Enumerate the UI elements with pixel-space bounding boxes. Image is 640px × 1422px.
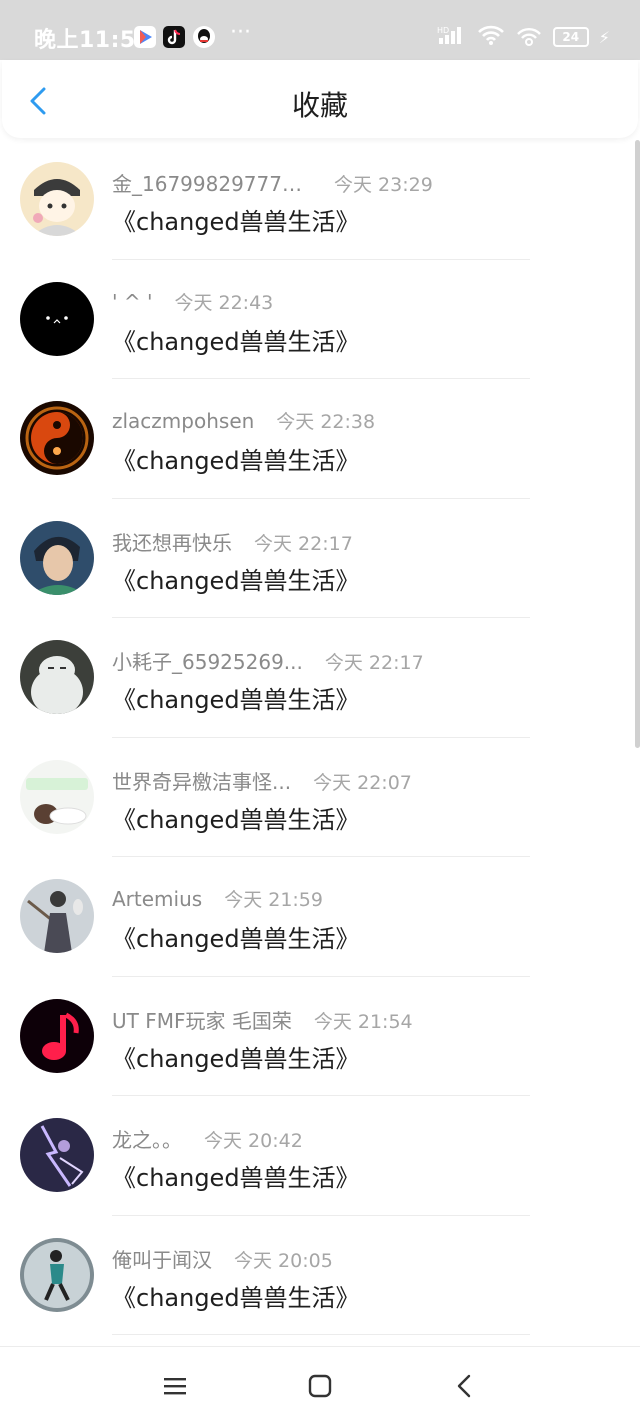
- user-name[interactable]: 我还想再快乐: [112, 527, 232, 556]
- post-title[interactable]: 《changed兽兽生活》: [112, 1158, 360, 1193]
- timestamp: 今天 23:29: [334, 174, 433, 196]
- list-item[interactable]: 我还想再快乐 今天 22:17 《changed兽兽生活》: [0, 499, 640, 618]
- timestamp: 今天 22:17: [324, 652, 424, 674]
- app-header: 收藏: [2, 60, 638, 138]
- wifi-icon: [477, 24, 505, 50]
- user-name[interactable]: Artemius: [112, 887, 202, 911]
- item-meta: 小耗子_65925269... 今天 22:17: [112, 646, 424, 675]
- traveler-avatar[interactable]: [20, 879, 94, 953]
- battery-icon: 24: [552, 27, 589, 47]
- item-meta: 世界奇异檄洁事怪... 今天 22:07: [112, 766, 412, 795]
- timestamp: 今天 22:38: [276, 411, 376, 433]
- post-title[interactable]: 《changed兽兽生活》: [112, 1039, 360, 1074]
- back-icon[interactable]: [450, 1371, 480, 1401]
- fire-yinyang-avatar[interactable]: [20, 401, 94, 475]
- user-name[interactable]: 龙之。。: [112, 1124, 182, 1153]
- hotspot-icon: [515, 24, 543, 50]
- video-app-icon: [134, 26, 156, 48]
- home-icon[interactable]: [305, 1371, 335, 1401]
- timestamp: 今天 21:59: [224, 889, 323, 911]
- post-title[interactable]: 《changed兽兽生活》: [112, 680, 360, 715]
- post-title[interactable]: 《changed兽兽生活》: [112, 322, 360, 357]
- tiktok-app-icon: [163, 26, 185, 48]
- list-item[interactable]: 小耗子_65925269... 今天 22:17 《changed兽兽生活》: [0, 618, 640, 738]
- system-nav-bar: [0, 1346, 640, 1422]
- user-name[interactable]: UT FMF玩家 毛国荣: [112, 1005, 292, 1034]
- page-title: 收藏: [291, 89, 348, 122]
- item-meta: 龙之。。 今天 20:42: [112, 1124, 303, 1153]
- post-title[interactable]: 《changed兽兽生活》: [112, 561, 360, 596]
- status-indicators: HD 24 ⚡: [437, 24, 610, 50]
- user-name[interactable]: 世界奇异檄洁事怪...: [112, 766, 291, 795]
- list-item[interactable]: 世界奇异檄洁事怪... 今天 22:07 《changed兽兽生活》: [0, 738, 640, 857]
- item-meta: Artemius 今天 21:59: [112, 885, 323, 912]
- timestamp: 今天 21:54: [313, 1010, 413, 1033]
- signal-icon: HD: [437, 24, 467, 50]
- music-note-avatar[interactable]: [20, 998, 94, 1073]
- list-item[interactable]: ' ^ ' 今天 22:43 《changed兽兽生活》: [0, 260, 640, 379]
- timestamp: 今天 22:07: [313, 771, 412, 794]
- lightning-figure-avatar[interactable]: [20, 1118, 94, 1192]
- user-name[interactable]: ' ^ ': [112, 290, 152, 314]
- sleeping-person-avatar[interactable]: [20, 759, 94, 834]
- divider: [112, 1334, 530, 1335]
- item-meta: 我还想再快乐 今天 22:17: [112, 527, 353, 556]
- anime-character-avatar[interactable]: [20, 162, 94, 236]
- list-item[interactable]: Artemius 今天 21:59 《changed兽兽生活》: [0, 857, 640, 977]
- menu-icon[interactable]: [160, 1371, 190, 1401]
- timestamp: 今天 22:17: [254, 532, 353, 555]
- list-item[interactable]: 龙之。。 今天 20:42 《changed兽兽生活》: [0, 1096, 640, 1216]
- network-type-label: HD: [437, 26, 449, 35]
- user-name[interactable]: zlaczmpohsen: [112, 409, 254, 433]
- item-meta: UT FMF玩家 毛国荣 今天 21:54: [112, 1005, 413, 1034]
- timestamp: 今天 20:42: [204, 1130, 303, 1152]
- item-meta: 金_167998297776... 今天 23:29: [112, 168, 433, 197]
- item-meta: ' ^ ' 今天 22:43: [112, 288, 273, 315]
- item-meta: zlaczmpohsen 今天 22:38: [112, 407, 375, 434]
- post-title[interactable]: 《changed兽兽生活》: [112, 800, 360, 835]
- favorites-list: 金_167998297776... 今天 23:29 《changed兽兽生活》…: [0, 140, 640, 1335]
- status-bar: 晚上11:54 ··· HD 24 ⚡: [0, 0, 640, 60]
- user-name[interactable]: 小耗子_65925269...: [112, 646, 303, 675]
- user-name[interactable]: 俺叫于闻汉: [112, 1244, 212, 1273]
- list-item[interactable]: UT FMF玩家 毛国荣 今天 21:54 《changed兽兽生活》: [0, 977, 640, 1096]
- post-title[interactable]: 《changed兽兽生活》: [112, 441, 360, 476]
- user-name[interactable]: 金_167998297776...: [112, 168, 312, 197]
- snorlax-avatar[interactable]: [20, 640, 94, 714]
- item-meta: 俺叫于闻汉 今天 20:05: [112, 1244, 333, 1273]
- battery-level: 24: [562, 30, 580, 44]
- post-title[interactable]: 《changed兽兽生活》: [112, 919, 360, 954]
- black-face-avatar[interactable]: [20, 281, 94, 356]
- list-item[interactable]: zlaczmpohsen 今天 22:38 《changed兽兽生活》: [0, 379, 640, 499]
- portrait-avatar[interactable]: [20, 520, 94, 595]
- timestamp: 今天 20:05: [234, 1249, 333, 1272]
- post-title[interactable]: 《changed兽兽生活》: [112, 202, 360, 237]
- list-item[interactable]: 金_167998297776... 今天 23:29 《changed兽兽生活》: [0, 140, 640, 260]
- list-item[interactable]: 俺叫于闻汉 今天 20:05 《changed兽兽生活》: [0, 1216, 640, 1335]
- timestamp: 今天 22:43: [174, 291, 274, 314]
- status-more-indicator: ···: [230, 20, 251, 45]
- post-title[interactable]: 《changed兽兽生活》: [112, 1278, 360, 1313]
- walking-figure-avatar[interactable]: [20, 1237, 94, 1312]
- qq-app-icon: [193, 26, 215, 48]
- charging-icon: ⚡: [598, 27, 610, 47]
